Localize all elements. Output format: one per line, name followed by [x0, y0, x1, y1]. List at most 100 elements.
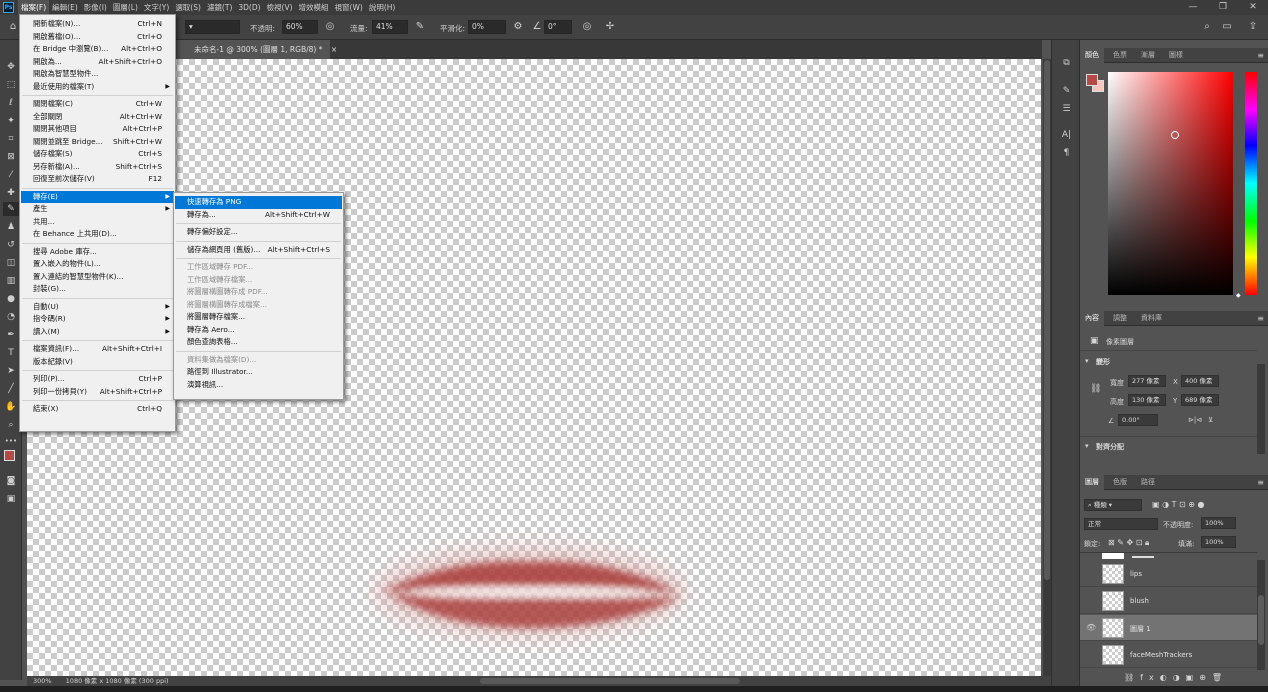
- history-brush-tool-icon[interactable]: ↺: [3, 238, 19, 252]
- zoom-level[interactable]: 300%: [33, 677, 52, 685]
- tab-paths[interactable]: 路徑: [1136, 475, 1160, 490]
- blend-mode-dropdown[interactable]: 正常: [1084, 518, 1158, 530]
- menu-item[interactable]: 列印一份拷貝(Y) Alt+Shift+Ctrl+P: [21, 386, 174, 399]
- x-input[interactable]: 400 像素: [1181, 375, 1219, 387]
- tab-adjustments[interactable]: 調整: [1108, 311, 1132, 326]
- layer-filter-dropdown[interactable]: ⌕ 種類 ▾: [1084, 499, 1142, 511]
- quick-mask-icon[interactable]: ◙: [3, 474, 19, 488]
- y-input[interactable]: 689 像素: [1181, 394, 1219, 406]
- align-chevron-icon[interactable]: ▾: [1085, 442, 1089, 450]
- flip-vertical-icon[interactable]: ⊻: [1208, 416, 1213, 424]
- menu-item[interactable]: 儲存為網頁用 (舊版)... Alt+Shift+Ctrl+S: [175, 244, 342, 257]
- marquee-tool-icon[interactable]: ⬚: [3, 78, 19, 92]
- eye-icon[interactable]: 👁︎: [1086, 623, 1096, 632]
- menu-item[interactable]: 最近使用的檔案(T) ▶: [21, 81, 174, 94]
- properties-scrollbar[interactable]: [1257, 364, 1265, 454]
- color-picker-cursor[interactable]: [1171, 131, 1179, 139]
- menu-item[interactable]: 開啟為... Alt+Shift+Ctrl+O: [21, 56, 174, 69]
- menu-5[interactable]: 選取(S): [172, 0, 204, 15]
- zoom-tool-icon[interactable]: ⌕: [3, 418, 19, 432]
- height-input[interactable]: 130 像素: [1128, 394, 1166, 406]
- rotation-input[interactable]: 0.00°: [1118, 414, 1158, 426]
- menu-item[interactable]: 置入嵌入的物件(L)...: [21, 258, 174, 271]
- menu-item[interactable]: 關閉其他項目 Alt+Ctrl+P: [21, 123, 174, 136]
- color-picker-field[interactable]: [1108, 72, 1233, 295]
- width-input[interactable]: 277 像素: [1128, 375, 1166, 387]
- menu-item[interactable]: 顏色查詢表格...: [175, 336, 342, 349]
- home-icon[interactable]: ⌂: [6, 20, 20, 34]
- tab-channels[interactable]: 色版: [1108, 475, 1132, 490]
- tab-properties[interactable]: 內容: [1080, 311, 1104, 326]
- menu-11[interactable]: 說明(H): [366, 0, 399, 15]
- menu-item[interactable]: 路徑到 Illustrator...: [175, 366, 342, 379]
- smoothing-input[interactable]: 0%: [468, 20, 506, 34]
- eyedropper-tool-icon[interactable]: ⁄: [3, 168, 19, 182]
- menu-item[interactable]: 將圖層轉存檔案...: [175, 311, 342, 324]
- menu-8[interactable]: 檢視(V): [264, 0, 296, 15]
- adjustments-icon[interactable]: ☰: [1059, 102, 1074, 116]
- workspace-icon[interactable]: ▭: [1220, 20, 1234, 34]
- hue-slider-handle[interactable]: ◆: [1236, 292, 1241, 299]
- pen-tool-icon[interactable]: ✒: [3, 328, 19, 342]
- healing-tool-icon[interactable]: ✚: [3, 186, 19, 200]
- properties-panel-menu-icon[interactable]: ≡: [1257, 311, 1264, 326]
- search-icon[interactable]: ⌕: [1200, 20, 1214, 34]
- flip-horizontal-icon[interactable]: ⊳|⊲: [1188, 416, 1202, 424]
- menu-item[interactable]: 開新檔案(N)... Ctrl+N: [21, 18, 174, 31]
- tab-color[interactable]: 顏色: [1080, 48, 1104, 63]
- menu-item[interactable]: 結束(X) Ctrl+Q: [21, 403, 174, 416]
- foreground-color-swatch[interactable]: [4, 450, 15, 461]
- menu-item[interactable]: 搜尋 Adobe 庫存...: [21, 246, 174, 259]
- menu-item[interactable]: 全部關閉 Alt+Ctrl+W: [21, 111, 174, 124]
- brush-tool-icon[interactable]: ✎: [3, 202, 19, 216]
- layer-opacity-input[interactable]: 100%: [1201, 517, 1236, 529]
- vertical-scrollbar-thumb[interactable]: [1044, 60, 1050, 580]
- more-tools-icon[interactable]: •••: [3, 434, 19, 448]
- eraser-tool-icon[interactable]: ◫: [3, 256, 19, 270]
- dodge-tool-icon[interactable]: ◔: [3, 310, 19, 324]
- menu-item[interactable]: 轉存為 Aero...: [175, 324, 342, 337]
- menu-item[interactable]: 轉存為... Alt+Shift+Ctrl+W: [175, 209, 342, 222]
- type-tool-icon[interactable]: T: [3, 346, 19, 360]
- lasso-tool-icon[interactable]: ℓ: [3, 96, 19, 110]
- layer-filter-icons[interactable]: ▣ ◑ T ⊡ ⊕ ●: [1152, 500, 1205, 509]
- menu-item[interactable]: 演算視訊...: [175, 379, 342, 392]
- menu-item[interactable]: 版本紀錄(V): [21, 356, 174, 369]
- menu-10[interactable]: 視窗(W): [332, 0, 366, 15]
- gradient-tool-icon[interactable]: ▥: [3, 274, 19, 288]
- color-panel-menu-icon[interactable]: ≡: [1257, 48, 1264, 63]
- panel-foreground-swatch[interactable]: [1086, 74, 1098, 86]
- share-icon[interactable]: ⇪: [1246, 20, 1260, 34]
- path-selection-tool-icon[interactable]: ➤: [3, 364, 19, 378]
- layers-panel-menu-icon[interactable]: ≡: [1257, 475, 1264, 490]
- tab-layers[interactable]: 圖層: [1080, 475, 1104, 490]
- menu-item[interactable]: 另存新檔(A)... Shift+Ctrl+S: [21, 161, 174, 174]
- horizontal-scrollbar-thumb[interactable]: [480, 678, 740, 684]
- menu-item[interactable]: 列印(P)... Ctrl+P: [21, 373, 174, 386]
- menu-6[interactable]: 濾鏡(T): [204, 0, 235, 15]
- menu-item[interactable]: 在 Behance 上共用(D)...: [21, 228, 174, 241]
- menu-item[interactable]: 關閉檔案(C) Ctrl+W: [21, 98, 174, 111]
- menu-7[interactable]: 3D(D): [235, 0, 263, 15]
- menu-item[interactable]: 在 Bridge 中瀏覽(B)... Alt+Ctrl+O: [21, 43, 174, 56]
- menu-3[interactable]: 圖層(L): [110, 0, 141, 15]
- layer-row[interactable]: lips: [1080, 561, 1257, 587]
- tab-gradients[interactable]: 漸層: [1136, 48, 1160, 63]
- hand-tool-icon[interactable]: ✋: [3, 400, 19, 414]
- pressure-opacity-icon[interactable]: ◎: [323, 20, 337, 34]
- menu-0[interactable]: 檔案(F): [18, 0, 50, 15]
- menu-item[interactable]: 儲存檔案(S) Ctrl+S: [21, 148, 174, 161]
- menu-item[interactable]: 開啟為智慧型物件...: [21, 68, 174, 81]
- menu-item[interactable]: 讀入(M) ▶: [21, 326, 174, 339]
- layers-scrollbar-thumb[interactable]: [1258, 595, 1264, 645]
- angle-input[interactable]: 0°: [544, 20, 572, 34]
- tab-patterns[interactable]: 圖樣: [1164, 48, 1188, 63]
- menu-item[interactable]: 產生 ▶: [21, 203, 174, 216]
- gear-icon[interactable]: ⚙: [511, 20, 525, 34]
- menu-item[interactable]: 轉存偏好設定...: [175, 226, 342, 239]
- screen-mode-icon[interactable]: ▣: [3, 492, 19, 506]
- pressure-size-icon[interactable]: ◎: [580, 20, 594, 34]
- menu-item[interactable]: 置入連結的智慧型物件(K)...: [21, 271, 174, 284]
- minimize-button[interactable]: —: [1178, 0, 1208, 15]
- link-icon[interactable]: ⛓: [1090, 384, 1101, 394]
